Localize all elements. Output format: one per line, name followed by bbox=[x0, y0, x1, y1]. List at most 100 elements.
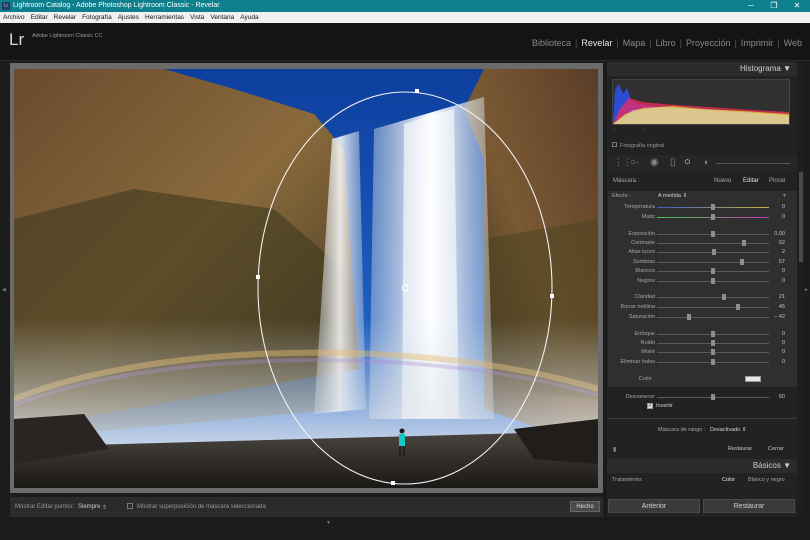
slider-row[interactable]: Contraste 62 bbox=[609, 239, 795, 248]
expand-left-panel-icon[interactable]: ◀ bbox=[2, 287, 6, 293]
slider-value[interactable]: 0 bbox=[769, 203, 785, 212]
slider-row[interactable]: Matiz 0 bbox=[609, 213, 795, 222]
slider-value[interactable]: 0 bbox=[769, 213, 785, 222]
menu-item[interactable]: Archivo bbox=[0, 12, 28, 23]
module-3[interactable]: Libro bbox=[656, 38, 676, 48]
right-panel-scrollbar[interactable] bbox=[797, 62, 805, 517]
slider-row[interactable]: Borrar neblina 45 bbox=[609, 303, 795, 312]
graduated-filter-icon[interactable]: ▯ bbox=[670, 157, 676, 168]
maximize-icon[interactable]: ❐ bbox=[763, 0, 785, 12]
slider-row[interactable]: Ruido 0 bbox=[609, 339, 795, 348]
mask-new-button[interactable]: Nuevo bbox=[714, 175, 731, 187]
invert-toggle[interactable]: ✓ Invertir bbox=[647, 403, 673, 409]
minimize-icon[interactable]: ─ bbox=[740, 0, 762, 12]
slider-value[interactable]: 2 bbox=[769, 248, 785, 257]
slider-knob[interactable] bbox=[712, 249, 717, 255]
slider-value[interactable]: 57 bbox=[769, 258, 785, 267]
slider-knob[interactable] bbox=[711, 231, 715, 237]
slider-track[interactable] bbox=[657, 317, 769, 318]
slider-knob[interactable] bbox=[711, 359, 715, 365]
basic-header[interactable]: Básicos ▼ bbox=[607, 459, 797, 473]
slider-knob[interactable] bbox=[687, 314, 692, 320]
effect-select[interactable]: A medida ⇕ bbox=[658, 193, 687, 199]
effect-collapse-icon[interactable]: ▼ bbox=[782, 193, 787, 199]
original-photo-toggle[interactable]: Fotografía original bbox=[612, 142, 664, 149]
slider-track[interactable] bbox=[657, 307, 769, 308]
slider-knob[interactable] bbox=[735, 304, 740, 310]
red-eye-icon[interactable]: ◉ bbox=[650, 157, 659, 168]
menu-item[interactable]: Herramientas bbox=[142, 12, 187, 23]
slider-row[interactable]: Enfoque 0 bbox=[609, 330, 795, 339]
module-0[interactable]: Biblioteca bbox=[532, 38, 571, 48]
slider-row[interactable]: Saturación − 42 bbox=[609, 313, 795, 322]
panel-switch-icon[interactable]: ▮ bbox=[613, 446, 616, 453]
done-button[interactable]: Hecho bbox=[570, 501, 600, 512]
previous-button[interactable]: Anterior bbox=[608, 499, 700, 513]
panel-reset-button[interactable]: Restaurar bbox=[728, 446, 752, 452]
range-mask-select[interactable]: Desactivado ⇕ bbox=[710, 427, 746, 433]
slider-row[interactable]: Negros 0 bbox=[609, 277, 795, 286]
module-6[interactable]: Web bbox=[784, 38, 802, 48]
menu-item[interactable]: Revelar bbox=[51, 12, 79, 23]
menu-item[interactable]: Fotografía bbox=[79, 12, 115, 23]
close-icon[interactable]: ✕ bbox=[786, 0, 808, 12]
overlay-checkbox[interactable] bbox=[127, 503, 133, 509]
menu-item[interactable]: Editar bbox=[28, 12, 51, 23]
slider-knob[interactable] bbox=[722, 294, 727, 300]
adjustment-brush-icon[interactable]: ◐ bbox=[704, 157, 709, 167]
slider-row[interactable]: Eliminar halos 0 bbox=[609, 358, 795, 367]
slider-knob[interactable] bbox=[711, 204, 715, 210]
slider-track[interactable] bbox=[657, 243, 769, 244]
slider-knob[interactable] bbox=[711, 214, 715, 220]
slider-knob[interactable] bbox=[740, 259, 745, 265]
slider-value[interactable]: 0,00 bbox=[769, 230, 785, 239]
mask-brush-button[interactable]: Pincel bbox=[769, 175, 785, 187]
slider-row[interactable]: Moiré 0 bbox=[609, 348, 795, 357]
menu-item[interactable]: Ajustes bbox=[115, 12, 142, 23]
feather-knob[interactable] bbox=[711, 394, 715, 400]
histogram-header[interactable]: Histograma ▼ bbox=[607, 62, 797, 76]
slider-knob[interactable] bbox=[711, 278, 715, 284]
slider-row[interactable]: Claridad 21 bbox=[609, 293, 795, 302]
feather-slider[interactable]: Desvanecer 50 bbox=[609, 393, 795, 402]
treatment-color-button[interactable]: Color bbox=[722, 477, 735, 483]
photo-canvas[interactable] bbox=[14, 69, 598, 488]
show-edit-points-select[interactable]: Siempre bbox=[78, 504, 100, 510]
slider-value[interactable]: 0 bbox=[769, 348, 785, 357]
slider-row[interactable]: Altas luces 2 bbox=[609, 248, 795, 257]
menu-item[interactable]: Vista bbox=[187, 12, 207, 23]
feather-value[interactable]: 50 bbox=[769, 393, 785, 402]
treatment-bw-button[interactable]: Blanco y negro bbox=[748, 477, 785, 483]
slider-value[interactable]: 0 bbox=[769, 330, 785, 339]
slider-value[interactable]: − 42 bbox=[769, 313, 785, 322]
slider-value[interactable]: 0 bbox=[769, 339, 785, 348]
brush-size-track[interactable] bbox=[716, 163, 790, 164]
slider-row[interactable]: Exposición 0,00 bbox=[609, 230, 795, 239]
module-2[interactable]: Mapa bbox=[623, 38, 646, 48]
slider-row[interactable]: Sombras 57 bbox=[609, 258, 795, 267]
radial-filter-icon[interactable]: ○ bbox=[684, 156, 691, 168]
slider-value[interactable]: 0 bbox=[769, 358, 785, 367]
slider-knob[interactable] bbox=[711, 268, 715, 274]
menu-item[interactable]: Ventana bbox=[207, 12, 237, 23]
spot-removal-icon[interactable]: ○· bbox=[630, 157, 639, 168]
slider-knob[interactable] bbox=[711, 349, 715, 355]
slider-row[interactable]: Blancos 0 bbox=[609, 267, 795, 276]
slider-knob[interactable] bbox=[711, 331, 715, 337]
menu-item[interactable]: Ayuda bbox=[237, 12, 261, 23]
panel-close-button[interactable]: Cerrar bbox=[768, 446, 784, 452]
collapse-bottom-panel-icon[interactable]: ▼ bbox=[326, 520, 331, 526]
module-4[interactable]: Proyección bbox=[686, 38, 731, 48]
slider-value[interactable]: 21 bbox=[769, 293, 785, 302]
reset-button[interactable]: Restaurar bbox=[703, 499, 795, 513]
slider-track[interactable] bbox=[657, 297, 769, 298]
slider-knob[interactable] bbox=[742, 240, 747, 246]
slider-knob[interactable] bbox=[711, 340, 715, 346]
slider-row[interactable]: Temperatura 0 bbox=[609, 203, 795, 212]
mask-edit-button[interactable]: Editar bbox=[743, 175, 759, 187]
module-5[interactable]: Imprimir bbox=[741, 38, 774, 48]
original-photo-checkbox[interactable] bbox=[612, 142, 617, 147]
invert-checkbox[interactable]: ✓ bbox=[647, 403, 653, 409]
slider-value[interactable]: 0 bbox=[769, 267, 785, 276]
slider-value[interactable]: 62 bbox=[769, 239, 785, 248]
